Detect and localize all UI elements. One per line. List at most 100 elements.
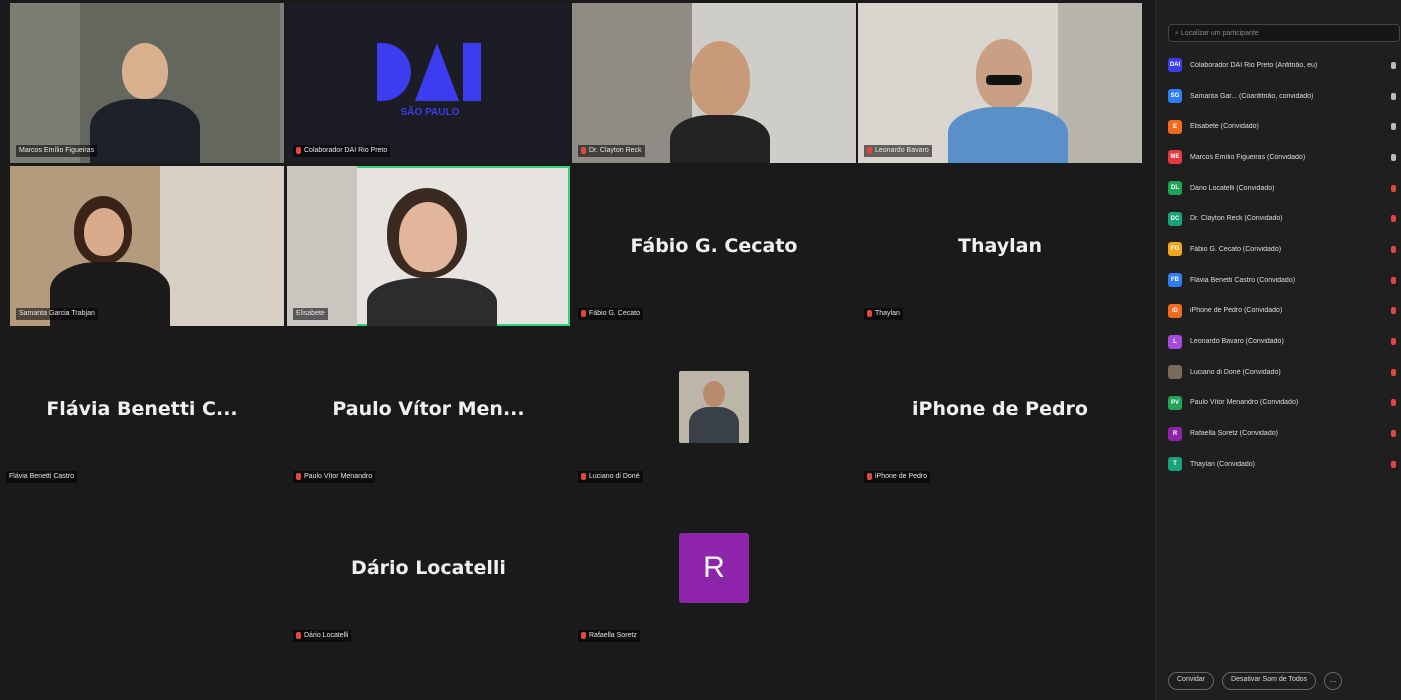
participant-row[interactable]: ME Marcos Emílio Figueiras (Convidado)	[1168, 142, 1401, 173]
participant-avatar: DL	[1168, 181, 1182, 196]
participant-row[interactable]: T Thaylan (Convidado)	[1168, 449, 1401, 480]
participant-name: Thaylan	[958, 235, 1042, 257]
video-gallery: Marcos Emílio Figueiras SÃO PAULO Colabo…	[0, 0, 1152, 700]
video-tile-rafaella[interactable]: R Rafaella Soretz	[572, 488, 856, 648]
participant-name: Thaylan (Convidado)	[1190, 460, 1255, 468]
participant-row[interactable]: DC Dr. Clayton Reck (Convidado)	[1168, 203, 1401, 234]
avatar: R	[679, 533, 749, 603]
participant-row[interactable]: R Rafaella Soretz (Convidado)	[1168, 418, 1401, 449]
video-tile-samanta[interactable]: Samanta Garcia Trabjan	[10, 166, 284, 326]
participant-row[interactable]: DL Dário Locatelli (Convidado)	[1168, 173, 1401, 204]
background-wall	[160, 166, 284, 326]
tile-name-label: Dário Locatelli	[293, 630, 352, 642]
participant-avatar: L	[1168, 334, 1182, 349]
participant-row[interactable]: SG Samanta Gar... (Coanfitrião, convidado…	[1168, 81, 1401, 112]
participant-face	[84, 208, 124, 256]
participant-row[interactable]: E Elisabete (Convidado)	[1168, 111, 1401, 142]
tile-name-label: Rafaella Soretz	[578, 630, 640, 642]
tile-name-label: Fábio G. Cecato	[578, 308, 643, 320]
participant-head	[122, 43, 168, 99]
participant-avatar: PV	[1168, 395, 1182, 410]
muted-mic-icon	[296, 146, 301, 154]
dai-logo: SÃO PAULO	[365, 21, 495, 141]
video-tile-clayton[interactable]: Dr. Clayton Reck	[572, 3, 856, 163]
participant-name: iPhone de Pedro (Convidado)	[1190, 307, 1283, 315]
video-tile-thaylan[interactable]: Thaylan Thaylan	[858, 166, 1142, 326]
participant-avatar: R	[1168, 426, 1182, 441]
muted-mic-icon	[867, 146, 872, 154]
muted-mic-icon[interactable]	[1391, 215, 1396, 223]
participant-avatar: SG	[1168, 89, 1182, 104]
search-input[interactable]: ⌕ Localizar um participante	[1168, 24, 1400, 42]
participant-avatar: T	[1168, 457, 1182, 472]
participant-row[interactable]: FG Fábio G. Cecato (Convidado)	[1168, 234, 1401, 265]
muted-mic-icon[interactable]	[1391, 338, 1396, 346]
tile-name-label: Flávia Benetti Castro	[6, 471, 77, 483]
participant-avatar: FB	[1168, 273, 1182, 288]
video-tile-elisabete-active-speaker[interactable]: Elisabete	[287, 166, 570, 326]
tile-name-label: Colaborador DAI Rio Preto	[293, 145, 391, 157]
video-tile-marcos[interactable]: Marcos Emílio Figueiras	[10, 3, 284, 163]
participant-body	[670, 115, 770, 163]
video-tile-fabio[interactable]: Fábio G. Cecato Fábio G. Cecato	[572, 166, 856, 326]
muted-mic-icon	[867, 472, 872, 480]
background-door	[1058, 3, 1142, 163]
participant-name: Paulo Vítor Men...	[332, 398, 525, 420]
profile-photo	[679, 371, 749, 443]
video-tile-flavia[interactable]: Flávia Benetti C... Flávia Benetti Castr…	[0, 329, 284, 489]
participant-name: Fábio G. Cecato (Convidado)	[1190, 245, 1282, 253]
mic-icon[interactable]	[1391, 153, 1396, 161]
participant-head	[690, 41, 750, 117]
participant-avatar	[1168, 365, 1182, 380]
invite-button[interactable]: Convidar	[1168, 672, 1215, 690]
logo-caption: SÃO PAULO	[400, 107, 460, 118]
muted-mic-icon[interactable]	[1391, 276, 1396, 284]
muted-mic-icon	[581, 309, 586, 317]
participant-name: Luciano di Doné (Convidado)	[1190, 368, 1281, 376]
participant-row[interactable]: Luciano di Doné (Convidado)	[1168, 357, 1401, 388]
muted-mic-icon[interactable]	[1391, 399, 1396, 407]
participant-name: Flávia Benetti C...	[46, 398, 238, 420]
muted-mic-icon[interactable]	[1391, 460, 1396, 468]
tile-name-label: Marcos Emílio Figueiras	[16, 145, 98, 157]
muted-mic-icon[interactable]	[1391, 184, 1396, 192]
video-tile-paulo[interactable]: Paulo Vítor Men... Paulo Vítor Menandro	[287, 329, 570, 489]
participant-row[interactable]: DAI Colaborador DAI Rio Preto (Anfitrião,…	[1168, 50, 1401, 81]
muted-mic-icon[interactable]	[1391, 307, 1396, 315]
participant-name: Leonardo Bavaro (Convidado)	[1190, 338, 1284, 346]
tile-name-label: Dr. Clayton Reck	[578, 145, 645, 157]
participant-name: Dr. Clayton Reck (Convidado)	[1190, 215, 1283, 223]
video-tile-dai-logo[interactable]: SÃO PAULO Colaborador DAI Rio Preto	[287, 3, 570, 163]
participant-avatar: ME	[1168, 150, 1182, 165]
video-tile-iphone-pedro[interactable]: iPhone de Pedro iPhone de Pedro	[858, 329, 1142, 489]
muted-mic-icon[interactable]	[1391, 245, 1396, 253]
mic-icon[interactable]	[1391, 92, 1396, 100]
muted-mic-icon	[581, 146, 586, 154]
tile-name-label: Paulo Vítor Menandro	[293, 471, 376, 483]
mic-icon[interactable]	[1391, 123, 1396, 131]
participant-row[interactable]: FB Flávia Benetti Castro (Convidado)	[1168, 265, 1401, 296]
glasses-icon	[986, 75, 1022, 85]
participant-name: iPhone de Pedro	[912, 398, 1088, 420]
tile-name-label: Thaylan	[864, 308, 903, 320]
participant-row[interactable]: PV Paulo Vítor Menandro (Convidado)	[1168, 388, 1401, 419]
participant-row[interactable]: L Leonardo Bavaro (Convidado)	[1168, 326, 1401, 357]
participant-face	[399, 202, 457, 272]
muted-mic-icon[interactable]	[1391, 368, 1396, 376]
tile-name-label: Leonardo Bavaro	[864, 145, 932, 157]
video-tile-leonardo[interactable]: Leonardo Bavaro	[858, 3, 1142, 163]
mute-all-button[interactable]: Desativar Som de Todos	[1222, 672, 1317, 690]
participant-row[interactable]: iD iPhone de Pedro (Convidado)	[1168, 296, 1401, 327]
mic-icon[interactable]	[1391, 61, 1396, 69]
video-tile-dario[interactable]: Dário Locatelli Dário Locatelli	[287, 488, 570, 648]
participant-name: Elisabete (Convidado)	[1190, 123, 1259, 131]
participant-name: Flávia Benetti Castro (Convidado)	[1190, 276, 1296, 284]
participant-name: Fábio G. Cecato	[630, 235, 798, 257]
participant-name: Dário Locatelli (Convidado)	[1190, 184, 1275, 192]
more-options-button[interactable]: ...	[1324, 672, 1343, 690]
video-tile-luciano[interactable]: Luciano di Doné	[572, 329, 856, 489]
participant-name: Dário Locatelli	[351, 557, 506, 579]
participant-body	[367, 278, 497, 326]
participant-name: Marcos Emílio Figueiras (Convidado)	[1190, 153, 1306, 161]
muted-mic-icon[interactable]	[1391, 430, 1396, 438]
